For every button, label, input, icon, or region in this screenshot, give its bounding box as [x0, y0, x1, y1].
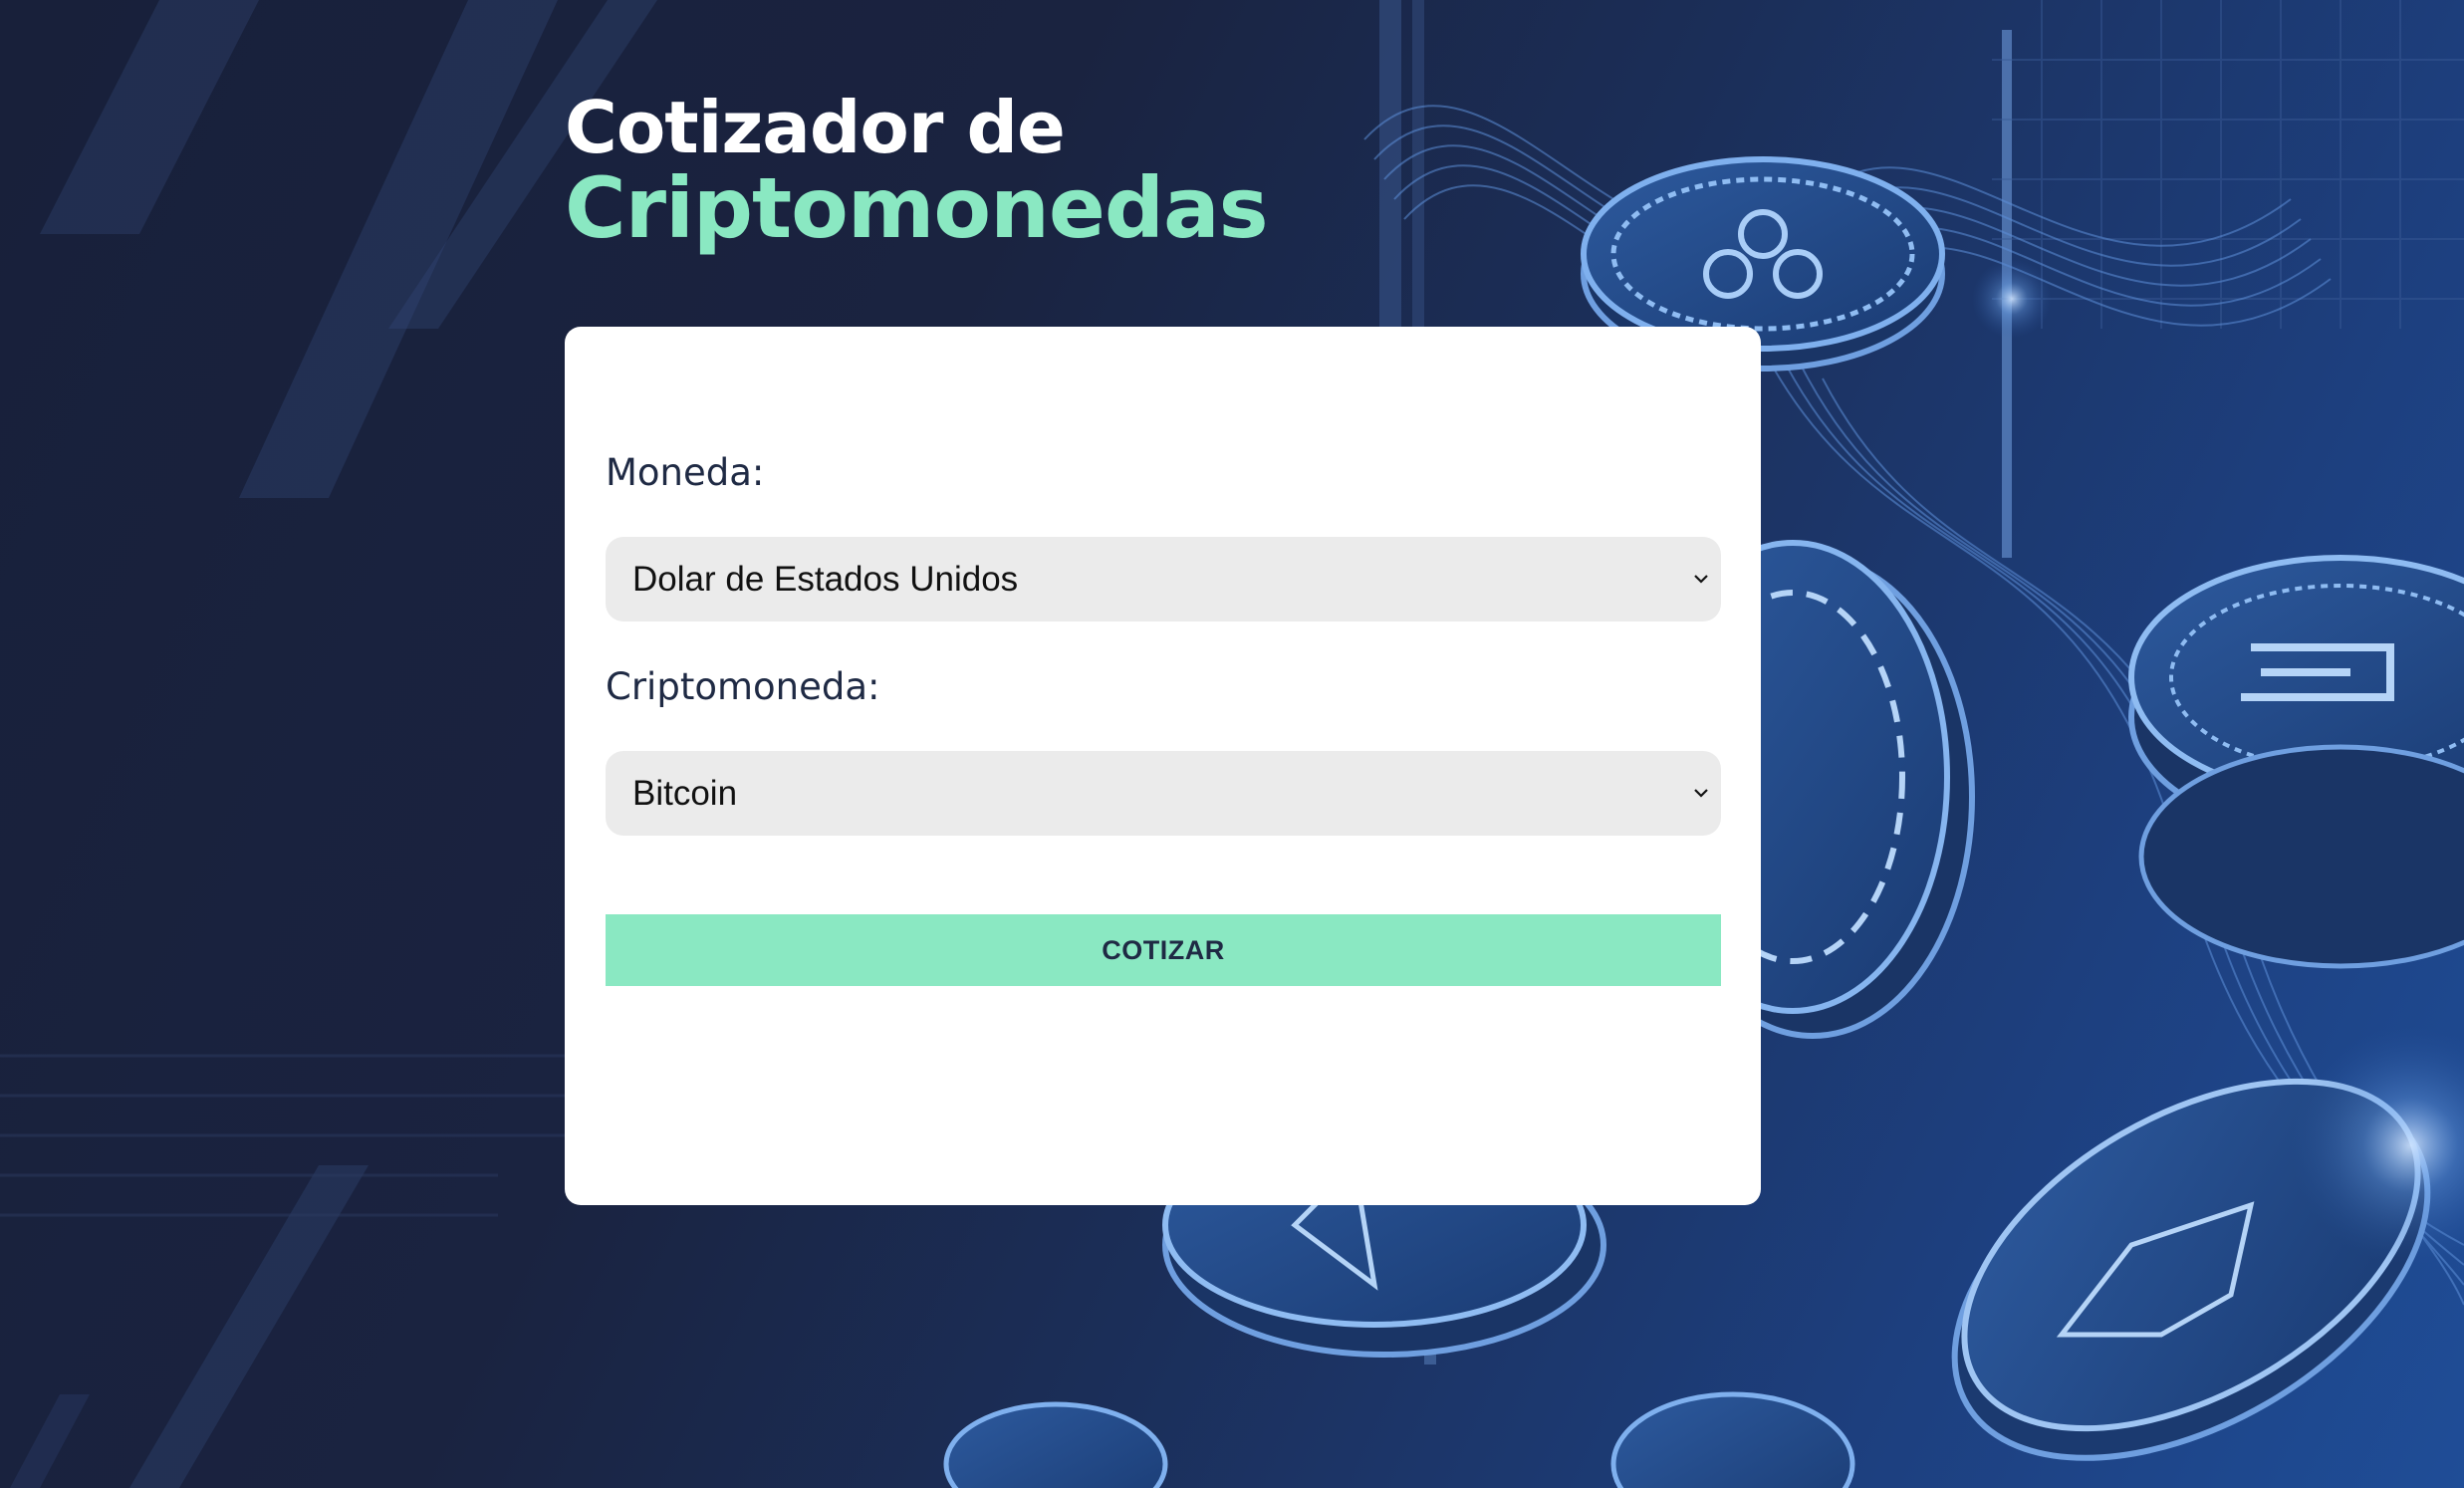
currency-select-value: Dolar de Estados Unidos	[632, 559, 1019, 599]
page-header: Cotizador de Criptomonedas	[565, 86, 1269, 257]
cotizar-button[interactable]: COTIZAR	[606, 914, 1721, 986]
crypto-select-value: Bitcoin	[632, 773, 738, 813]
quote-form-card: Moneda: Dolar de Estados Unidos Criptomo…	[565, 327, 1761, 1205]
page-title-line1: Cotizador de	[565, 86, 1066, 169]
page-title-line2: Criptomonedas	[565, 159, 1269, 257]
crypto-label: Criptomoneda:	[606, 665, 880, 708]
chevron-down-icon	[1694, 575, 1708, 584]
crypto-select[interactable]: Bitcoin	[606, 751, 1721, 836]
currency-label: Moneda:	[606, 451, 765, 494]
chevron-down-icon	[1694, 789, 1708, 798]
currency-select[interactable]: Dolar de Estados Unidos	[606, 537, 1721, 621]
